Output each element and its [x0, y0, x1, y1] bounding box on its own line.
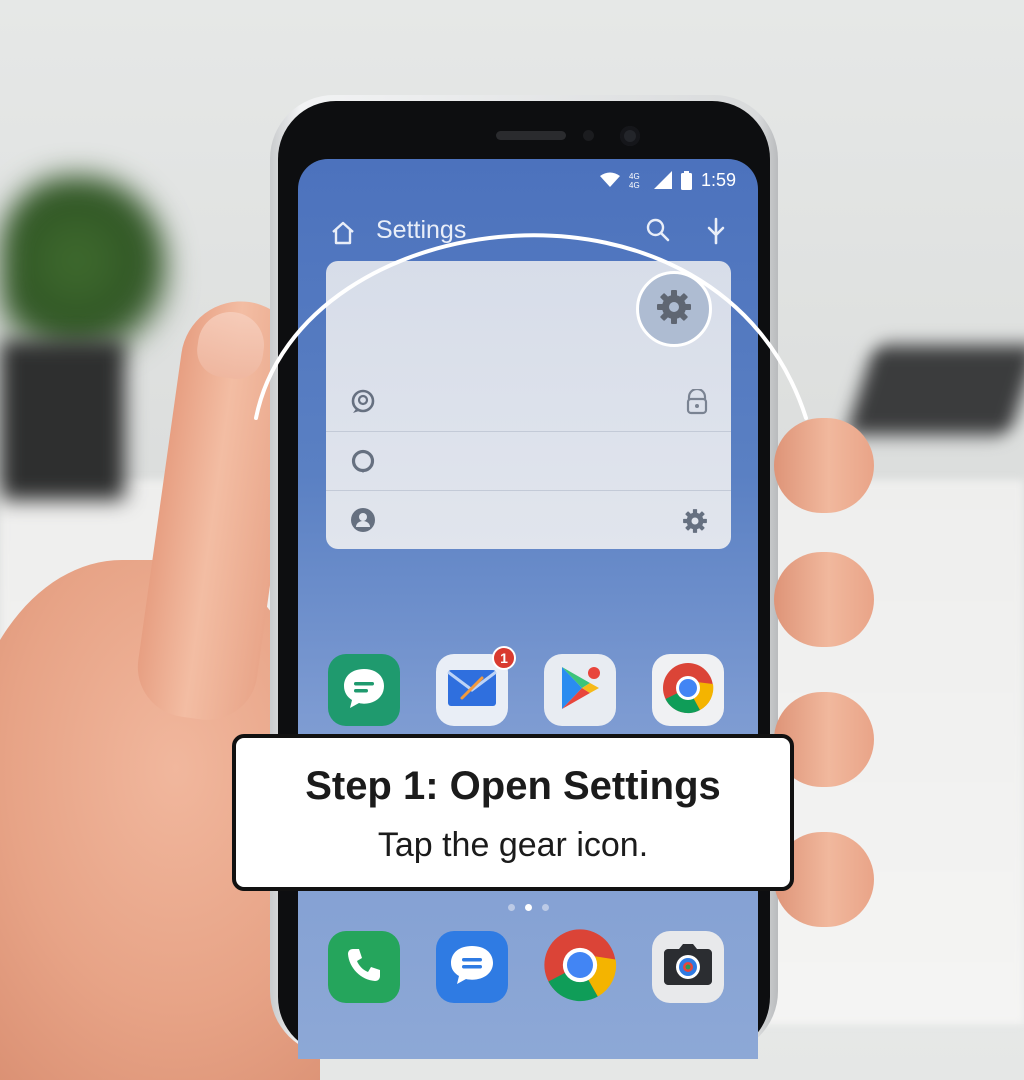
status-time: 1:59	[700, 169, 736, 190]
data-icon: 4G 4G	[629, 171, 645, 189]
instruction-callout: Step 1: Open Settings Tap the gear icon.	[232, 734, 794, 891]
camera-icon	[662, 943, 714, 992]
page-dot[interactable]	[541, 904, 549, 911]
messages-icon	[339, 663, 389, 718]
callout-title: Step 1: Open Settings	[305, 764, 721, 808]
background-device	[845, 345, 1024, 435]
circle-icon	[350, 448, 376, 479]
camera-app[interactable]	[652, 931, 724, 1003]
search-icon[interactable]	[645, 217, 671, 248]
play-store-icon	[558, 664, 602, 717]
background-plant	[0, 175, 170, 365]
chat-icon	[447, 942, 497, 993]
home-app-row: 1	[298, 646, 758, 734]
gear-icon[interactable]	[681, 507, 709, 540]
account-icon	[350, 507, 376, 538]
phone-app[interactable]	[328, 931, 400, 1003]
chrome-app[interactable]	[652, 654, 724, 726]
panel-row[interactable]	[326, 431, 731, 490]
page-indicator	[298, 904, 758, 911]
phone-speaker	[496, 131, 566, 140]
phone-screen: 4G 4G 1:59 Settings 1	[298, 159, 758, 1059]
highlighted-gear-button[interactable]	[636, 271, 712, 347]
mail-icon	[446, 668, 498, 713]
phone: 4G 4G 1:59 Settings 1	[270, 95, 778, 1059]
panel-row[interactable]	[326, 490, 731, 549]
mic-icon[interactable]	[704, 217, 728, 250]
settings-panel	[326, 261, 731, 549]
wifi-icon	[599, 172, 620, 188]
play-store-app[interactable]	[544, 654, 616, 726]
signal-icon	[653, 171, 672, 189]
app-bar: Settings	[298, 214, 758, 254]
messages-app[interactable]	[328, 654, 400, 726]
phone-icon	[344, 945, 384, 990]
chrome-app[interactable]	[544, 928, 617, 1003]
dock	[298, 928, 758, 1011]
callout-subtitle: Tap the gear icon.	[377, 826, 649, 864]
home-icon[interactable]	[330, 220, 356, 251]
lock-icon	[685, 387, 709, 420]
mail-badge: 1	[492, 646, 516, 670]
panel-row[interactable]	[326, 373, 731, 431]
page-dot[interactable]	[507, 904, 515, 911]
front-camera	[620, 126, 640, 146]
svg-text:4G: 4G	[629, 172, 640, 181]
hand-finger	[774, 552, 874, 647]
chrome-icon	[543, 928, 617, 1007]
status-bar: 4G 4G 1:59	[599, 166, 736, 194]
mail-app[interactable]: 1	[436, 646, 516, 726]
app-title: Settings	[376, 216, 467, 244]
hand-finger	[774, 418, 874, 513]
gear-icon	[654, 287, 694, 332]
phone-sensor	[583, 130, 594, 141]
page-dot-active[interactable]	[524, 904, 532, 911]
battery-icon	[680, 170, 692, 190]
svg-text:4G: 4G	[629, 181, 640, 189]
background-pot	[0, 340, 125, 500]
chat-app[interactable]	[436, 931, 508, 1003]
chrome-icon	[661, 661, 715, 720]
phone-bezel: 4G 4G 1:59 Settings 1	[278, 101, 770, 1059]
search-bubble-icon	[350, 389, 376, 420]
